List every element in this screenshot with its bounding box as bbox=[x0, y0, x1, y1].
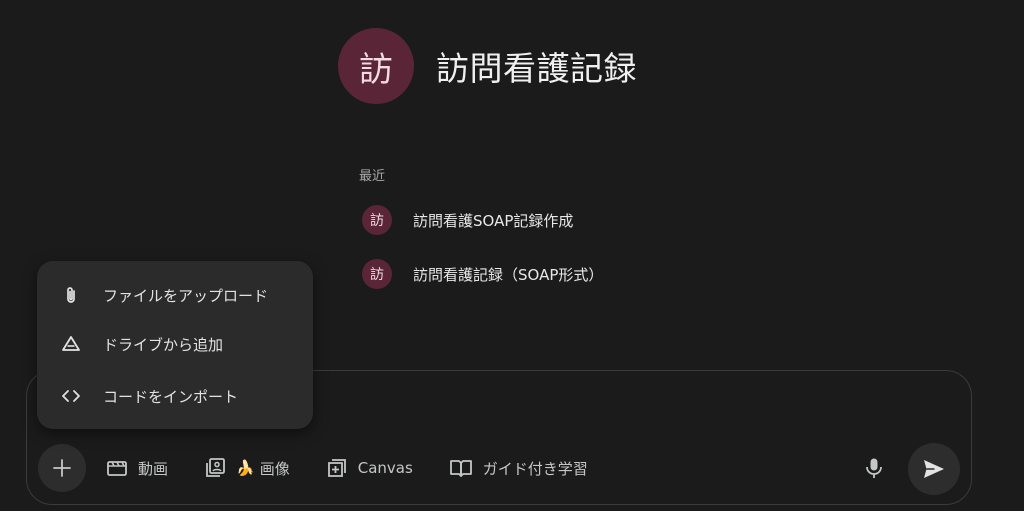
code-icon bbox=[62, 390, 80, 402]
gem-title: 訪問看護記録 bbox=[436, 49, 637, 88]
attachment-menu: ファイルをアップロード ドライブから追加 コードをインポート bbox=[37, 261, 313, 429]
image-tool-label: 画像 bbox=[259, 459, 290, 478]
image-icon bbox=[206, 458, 225, 477]
gem-avatar: 訪 bbox=[338, 28, 414, 104]
send-icon bbox=[924, 460, 944, 478]
canvas-tool-button[interactable]: Canvas bbox=[326, 457, 413, 479]
add-attachment-button[interactable] bbox=[38, 444, 86, 492]
recent-chat-title: 訪問看護記録（SOAP形式） bbox=[413, 265, 604, 284]
guided-learning-button[interactable]: ガイド付き学習 bbox=[449, 458, 588, 479]
guided-learning-label: ガイド付き学習 bbox=[482, 459, 588, 478]
paperclip-icon bbox=[67, 287, 75, 303]
gem-header: 訪 訪問看護記録 bbox=[338, 28, 637, 104]
book-icon bbox=[449, 460, 472, 477]
video-icon bbox=[107, 461, 127, 476]
banana-emoji: 🍌 bbox=[236, 459, 255, 477]
add-from-drive-menu-item[interactable]: ドライブから追加 bbox=[61, 331, 223, 357]
microphone-button[interactable] bbox=[860, 454, 888, 482]
send-button[interactable] bbox=[908, 443, 960, 495]
upload-file-menu-item[interactable]: ファイルをアップロード bbox=[61, 282, 268, 308]
recent-chat-item[interactable]: 訪 訪問看護SOAP記録作成 bbox=[362, 205, 573, 235]
recent-chat-item[interactable]: 訪 訪問看護記録（SOAP形式） bbox=[362, 259, 603, 289]
video-tool-label: 動画 bbox=[138, 459, 169, 478]
drive-icon bbox=[62, 336, 80, 351]
composer-toolbar: 動画 🍌 画像 Canvas ガイド付き学習 bbox=[38, 443, 624, 493]
recent-chat-title: 訪問看護SOAP記録作成 bbox=[413, 211, 574, 230]
microphone-icon bbox=[866, 458, 882, 478]
menu-item-label: コードをインポート bbox=[103, 387, 239, 406]
menu-item-label: ファイルをアップロード bbox=[103, 286, 269, 305]
video-tool-button[interactable]: 動画 bbox=[106, 458, 168, 479]
image-tool-button[interactable]: 🍌 画像 bbox=[204, 457, 290, 479]
canvas-tool-label: Canvas bbox=[357, 459, 413, 477]
canvas-icon bbox=[327, 459, 346, 477]
plus-icon bbox=[53, 459, 71, 477]
menu-item-label: ドライブから追加 bbox=[103, 335, 224, 354]
gem-mini-avatar: 訪 bbox=[362, 259, 392, 289]
recent-label: 最近 bbox=[359, 169, 386, 184]
import-code-menu-item[interactable]: コードをインポート bbox=[61, 383, 238, 409]
gem-mini-avatar: 訪 bbox=[362, 205, 392, 235]
